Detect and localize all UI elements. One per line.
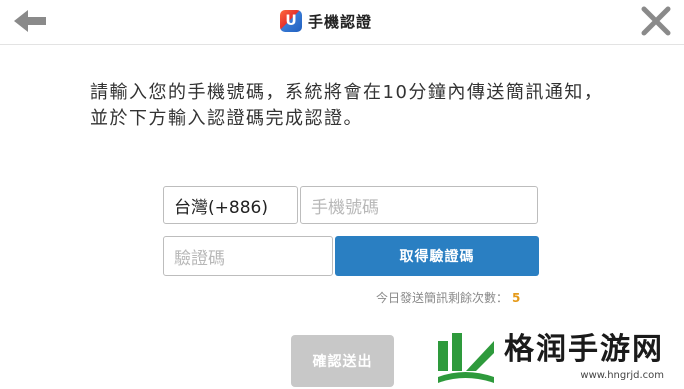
page-title: 手機認證	[308, 12, 373, 31]
sms-remaining-info: 今日發送簡訊剩餘次數： 5	[376, 289, 520, 306]
header-bar: U 手機認證	[0, 0, 684, 45]
back-button[interactable]	[10, 6, 50, 36]
header-title-group: U 手機認證	[280, 8, 372, 34]
get-code-button[interactable]: 取得驗證碼	[335, 236, 539, 276]
watermark-url: www.hngrjd.com	[580, 370, 664, 381]
sms-remaining-label: 今日發送簡訊剩餘次數：	[376, 291, 509, 305]
watermark-logo-icon	[433, 327, 497, 386]
country-code-select[interactable]: 台灣(+886)	[163, 186, 298, 224]
sms-remaining-count: 5	[512, 291, 521, 305]
close-icon	[641, 6, 671, 36]
submit-button[interactable]: 確認送出	[291, 335, 394, 387]
watermark-name: 格润手游网	[504, 332, 664, 367]
verification-code-input[interactable]: 驗證碼	[163, 236, 333, 276]
instruction-text: 請輸入您的手機號碼，系統將會在10分鐘內傳送簡訊通知，並於下方輸入認證碼完成認證…	[90, 82, 604, 129]
phone-number-input[interactable]: 手機號碼	[300, 186, 538, 224]
close-button[interactable]	[638, 4, 674, 38]
app-logo: U	[280, 10, 302, 32]
watermark-text-group: 格润手游网 www.hngrjd.com	[504, 332, 664, 381]
back-arrow-icon	[14, 10, 46, 32]
watermark: 格润手游网 www.hngrjd.com	[432, 324, 684, 389]
